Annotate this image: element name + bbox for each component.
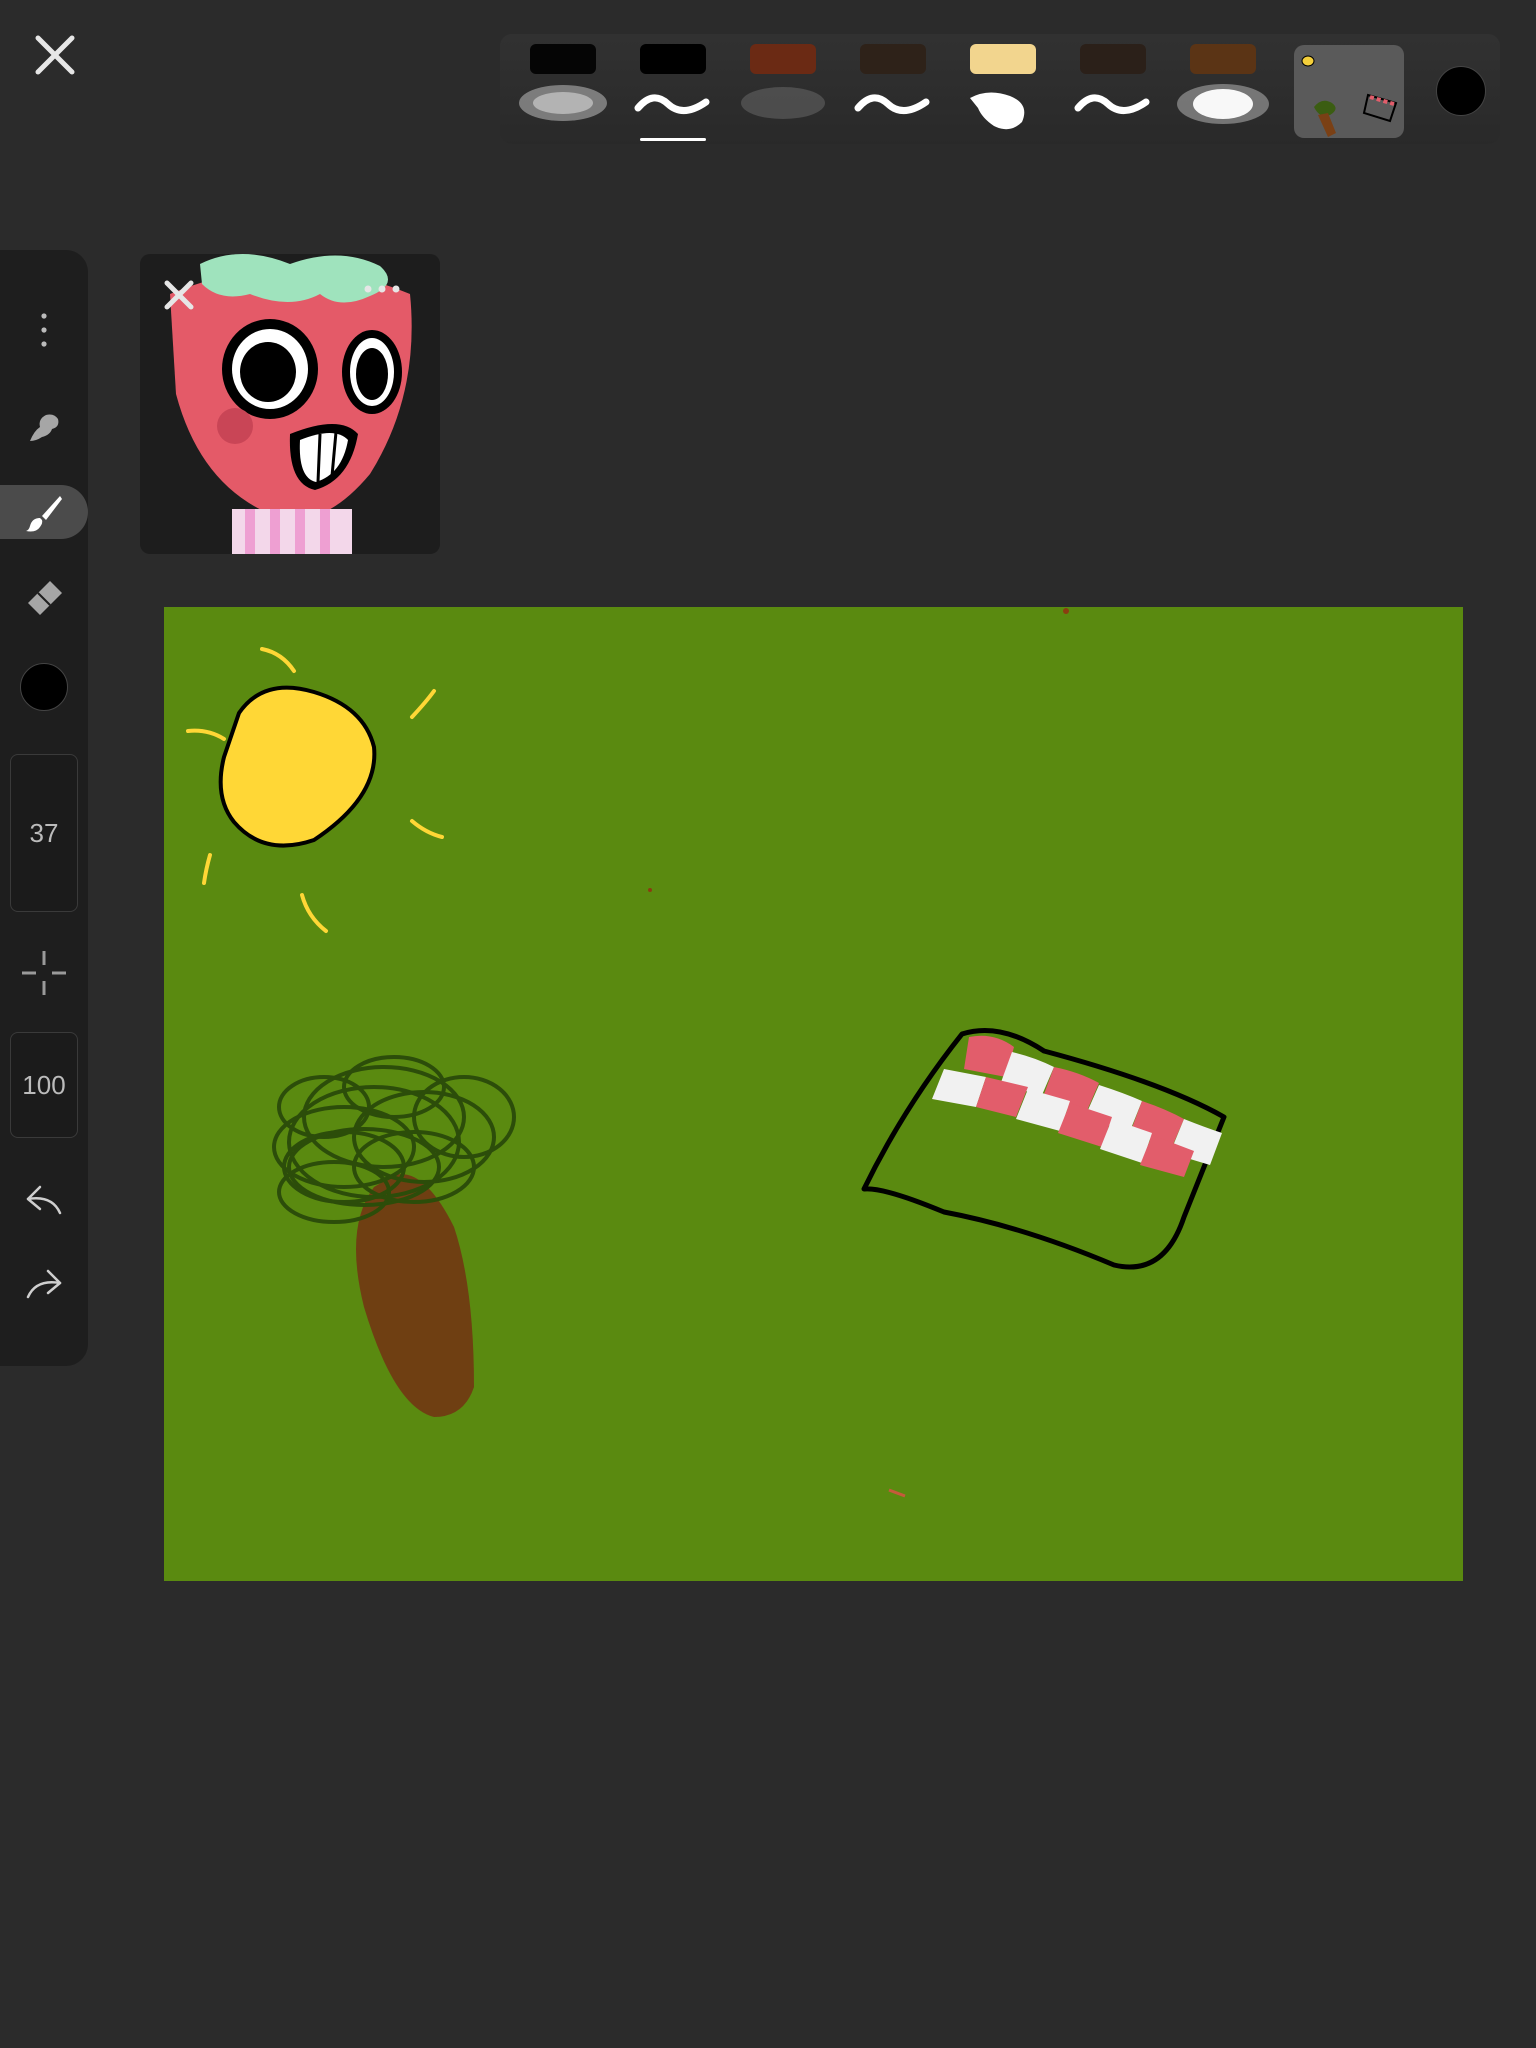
undo-button[interactable] xyxy=(0,1174,88,1224)
color-button[interactable] xyxy=(0,662,88,712)
more-horizontal-icon xyxy=(364,285,400,293)
document-thumbnail[interactable] xyxy=(1294,45,1404,138)
reference-more-button[interactable] xyxy=(362,282,408,300)
more-button[interactable] xyxy=(0,308,88,352)
redo-icon xyxy=(26,1269,62,1299)
close-icon xyxy=(164,280,194,310)
brush-slot-6[interactable] xyxy=(1058,44,1154,138)
redo-button[interactable] xyxy=(0,1260,88,1310)
airbrush-stroke-icon xyxy=(741,87,825,119)
thumbnail-image xyxy=(1301,55,1398,137)
soft-blob-stroke-icon xyxy=(1177,84,1269,124)
brush-size-slider[interactable]: 37 xyxy=(10,754,78,912)
pen-stroke-icon xyxy=(634,94,710,114)
eyedropper-button[interactable] xyxy=(0,948,88,998)
crosshair-icon xyxy=(22,951,66,995)
reference-image-panel[interactable] xyxy=(140,254,440,554)
close-icon xyxy=(35,35,75,75)
current-color-swatch[interactable] xyxy=(1436,66,1486,116)
airbrush-stroke-icon xyxy=(519,85,607,121)
eraser-tool-button[interactable] xyxy=(0,570,88,624)
left-toolbar: 37 100 xyxy=(0,250,88,1366)
reference-close-button[interactable] xyxy=(160,276,198,319)
brush-slot-2[interactable] xyxy=(618,44,714,141)
brush-slot-5[interactable] xyxy=(948,44,1044,138)
brush-tool-button[interactable] xyxy=(0,485,88,539)
drawing-canvas[interactable] xyxy=(164,607,1463,1581)
pen-stroke-icon xyxy=(1074,94,1150,114)
color-swatch xyxy=(20,663,68,711)
undo-icon xyxy=(26,1185,62,1215)
brush-slot-1[interactable] xyxy=(508,44,607,138)
opacity-value: 100 xyxy=(22,1069,66,1100)
smudge-icon xyxy=(30,414,59,441)
brush-slot-4[interactable] xyxy=(838,44,934,138)
brush-size-value: 37 xyxy=(29,817,59,848)
eraser-icon xyxy=(28,581,62,615)
canvas-artwork xyxy=(186,608,1227,1498)
ink-blob-stroke-icon xyxy=(970,92,1025,130)
smudge-tool-button[interactable] xyxy=(0,400,88,454)
selected-indicator xyxy=(640,138,706,141)
tree-drawing xyxy=(272,1055,516,1417)
opacity-slider[interactable]: 100 xyxy=(10,1032,78,1138)
sun-drawing xyxy=(186,647,444,933)
picnic-blanket-drawing xyxy=(861,1027,1227,1270)
brush-slot-7[interactable] xyxy=(1168,44,1269,138)
brush-slot-3[interactable] xyxy=(728,44,825,138)
pen-stroke-icon xyxy=(854,94,930,114)
more-vertical-icon xyxy=(41,313,47,347)
brush-icon xyxy=(26,496,62,532)
close-button[interactable] xyxy=(28,28,82,82)
